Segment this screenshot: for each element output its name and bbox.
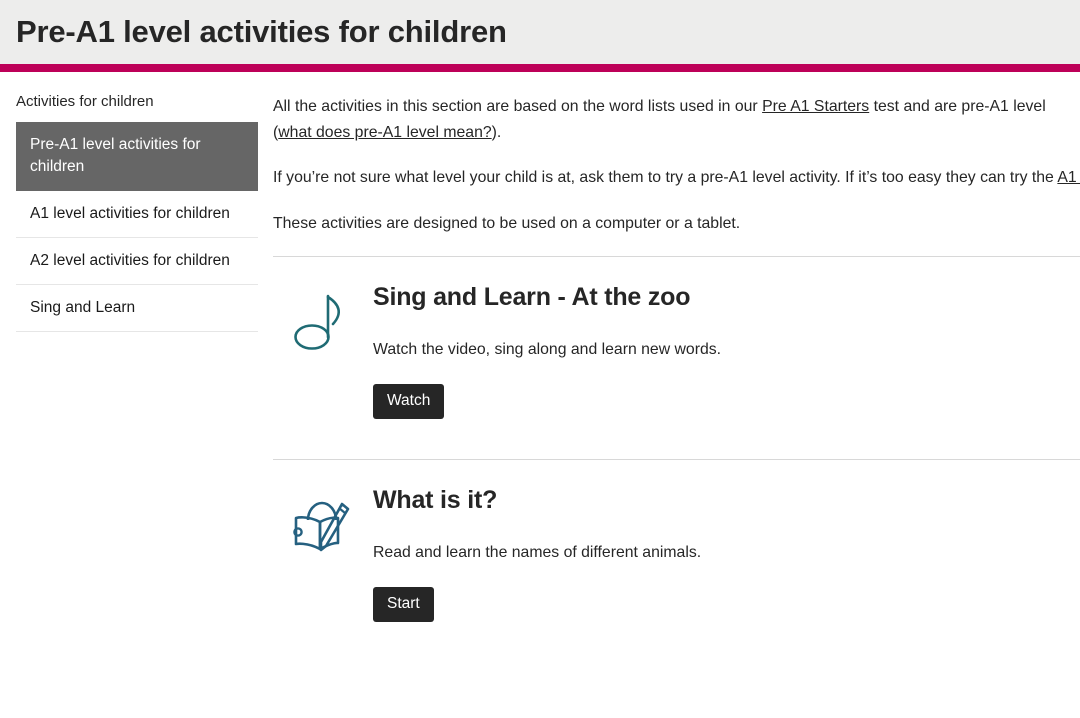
sidebar: Activities for children Pre-A1 level act… bbox=[0, 72, 258, 332]
page-layout: Activities for children Pre-A1 level act… bbox=[0, 72, 1080, 656]
page-header: Pre-A1 level activities for children bbox=[0, 0, 1080, 64]
activity-card: Sing and Learn - At the zoo Watch the vi… bbox=[273, 257, 1080, 453]
sidebar-nav: Pre-A1 level activities for children A1 … bbox=[16, 121, 258, 332]
activity-card: What is it? Read and learn the names of … bbox=[273, 460, 1080, 656]
sidebar-item-sing-and-learn[interactable]: Sing and Learn bbox=[16, 285, 258, 332]
sidebar-heading: Activities for children bbox=[16, 93, 154, 110]
start-button[interactable]: Start bbox=[373, 586, 434, 623]
activity-description: Watch the video, sing along and learn ne… bbox=[373, 341, 722, 359]
intro-p1-text-1: All the activities in this section are b… bbox=[273, 98, 763, 115]
sidebar-item-a1[interactable]: A1 level activities for children bbox=[16, 191, 258, 238]
activity-title: What is it? bbox=[373, 486, 498, 515]
watch-button[interactable]: Watch bbox=[373, 383, 445, 420]
intro-p1-text-3: ). bbox=[491, 123, 502, 141]
intro-paragraph-1: All the activities in this section are b… bbox=[273, 94, 1063, 145]
activity-body: What is it? Read and learn the names of … bbox=[369, 486, 1080, 623]
activity-title: Sing and Learn - At the zoo bbox=[373, 283, 691, 312]
intro-text: All the activities in this section are b… bbox=[273, 94, 1080, 236]
reading-book-pencil-icon bbox=[273, 486, 369, 556]
intro-paragraph-3: These activities are designed to be used… bbox=[273, 214, 741, 232]
music-note-icon bbox=[273, 283, 369, 353]
activity-description: Read and learn the names of different an… bbox=[373, 544, 702, 562]
intro-p2-text-1: If you’re not sure what level your child… bbox=[273, 169, 1058, 187]
accent-bar bbox=[0, 64, 1080, 72]
link-pre-a1-starters[interactable]: Pre A1 Starters bbox=[762, 98, 869, 115]
sidebar-item-a2[interactable]: A2 level activities for children bbox=[16, 238, 258, 285]
main-content: All the activities in this section are b… bbox=[273, 72, 1080, 656]
sidebar-item-pre-a1[interactable]: Pre-A1 level activities for children bbox=[16, 121, 258, 191]
intro-paragraph-2: If you’re not sure what level your child… bbox=[273, 165, 1080, 191]
link-a1-level-activities[interactable]: A1 level activities bbox=[1057, 169, 1080, 186]
activity-body: Sing and Learn - At the zoo Watch the vi… bbox=[369, 283, 1080, 420]
page-title: Pre-A1 level activities for children bbox=[16, 13, 507, 49]
link-what-does-pre-a1-mean[interactable]: what does pre-A1 level mean? bbox=[278, 124, 491, 141]
